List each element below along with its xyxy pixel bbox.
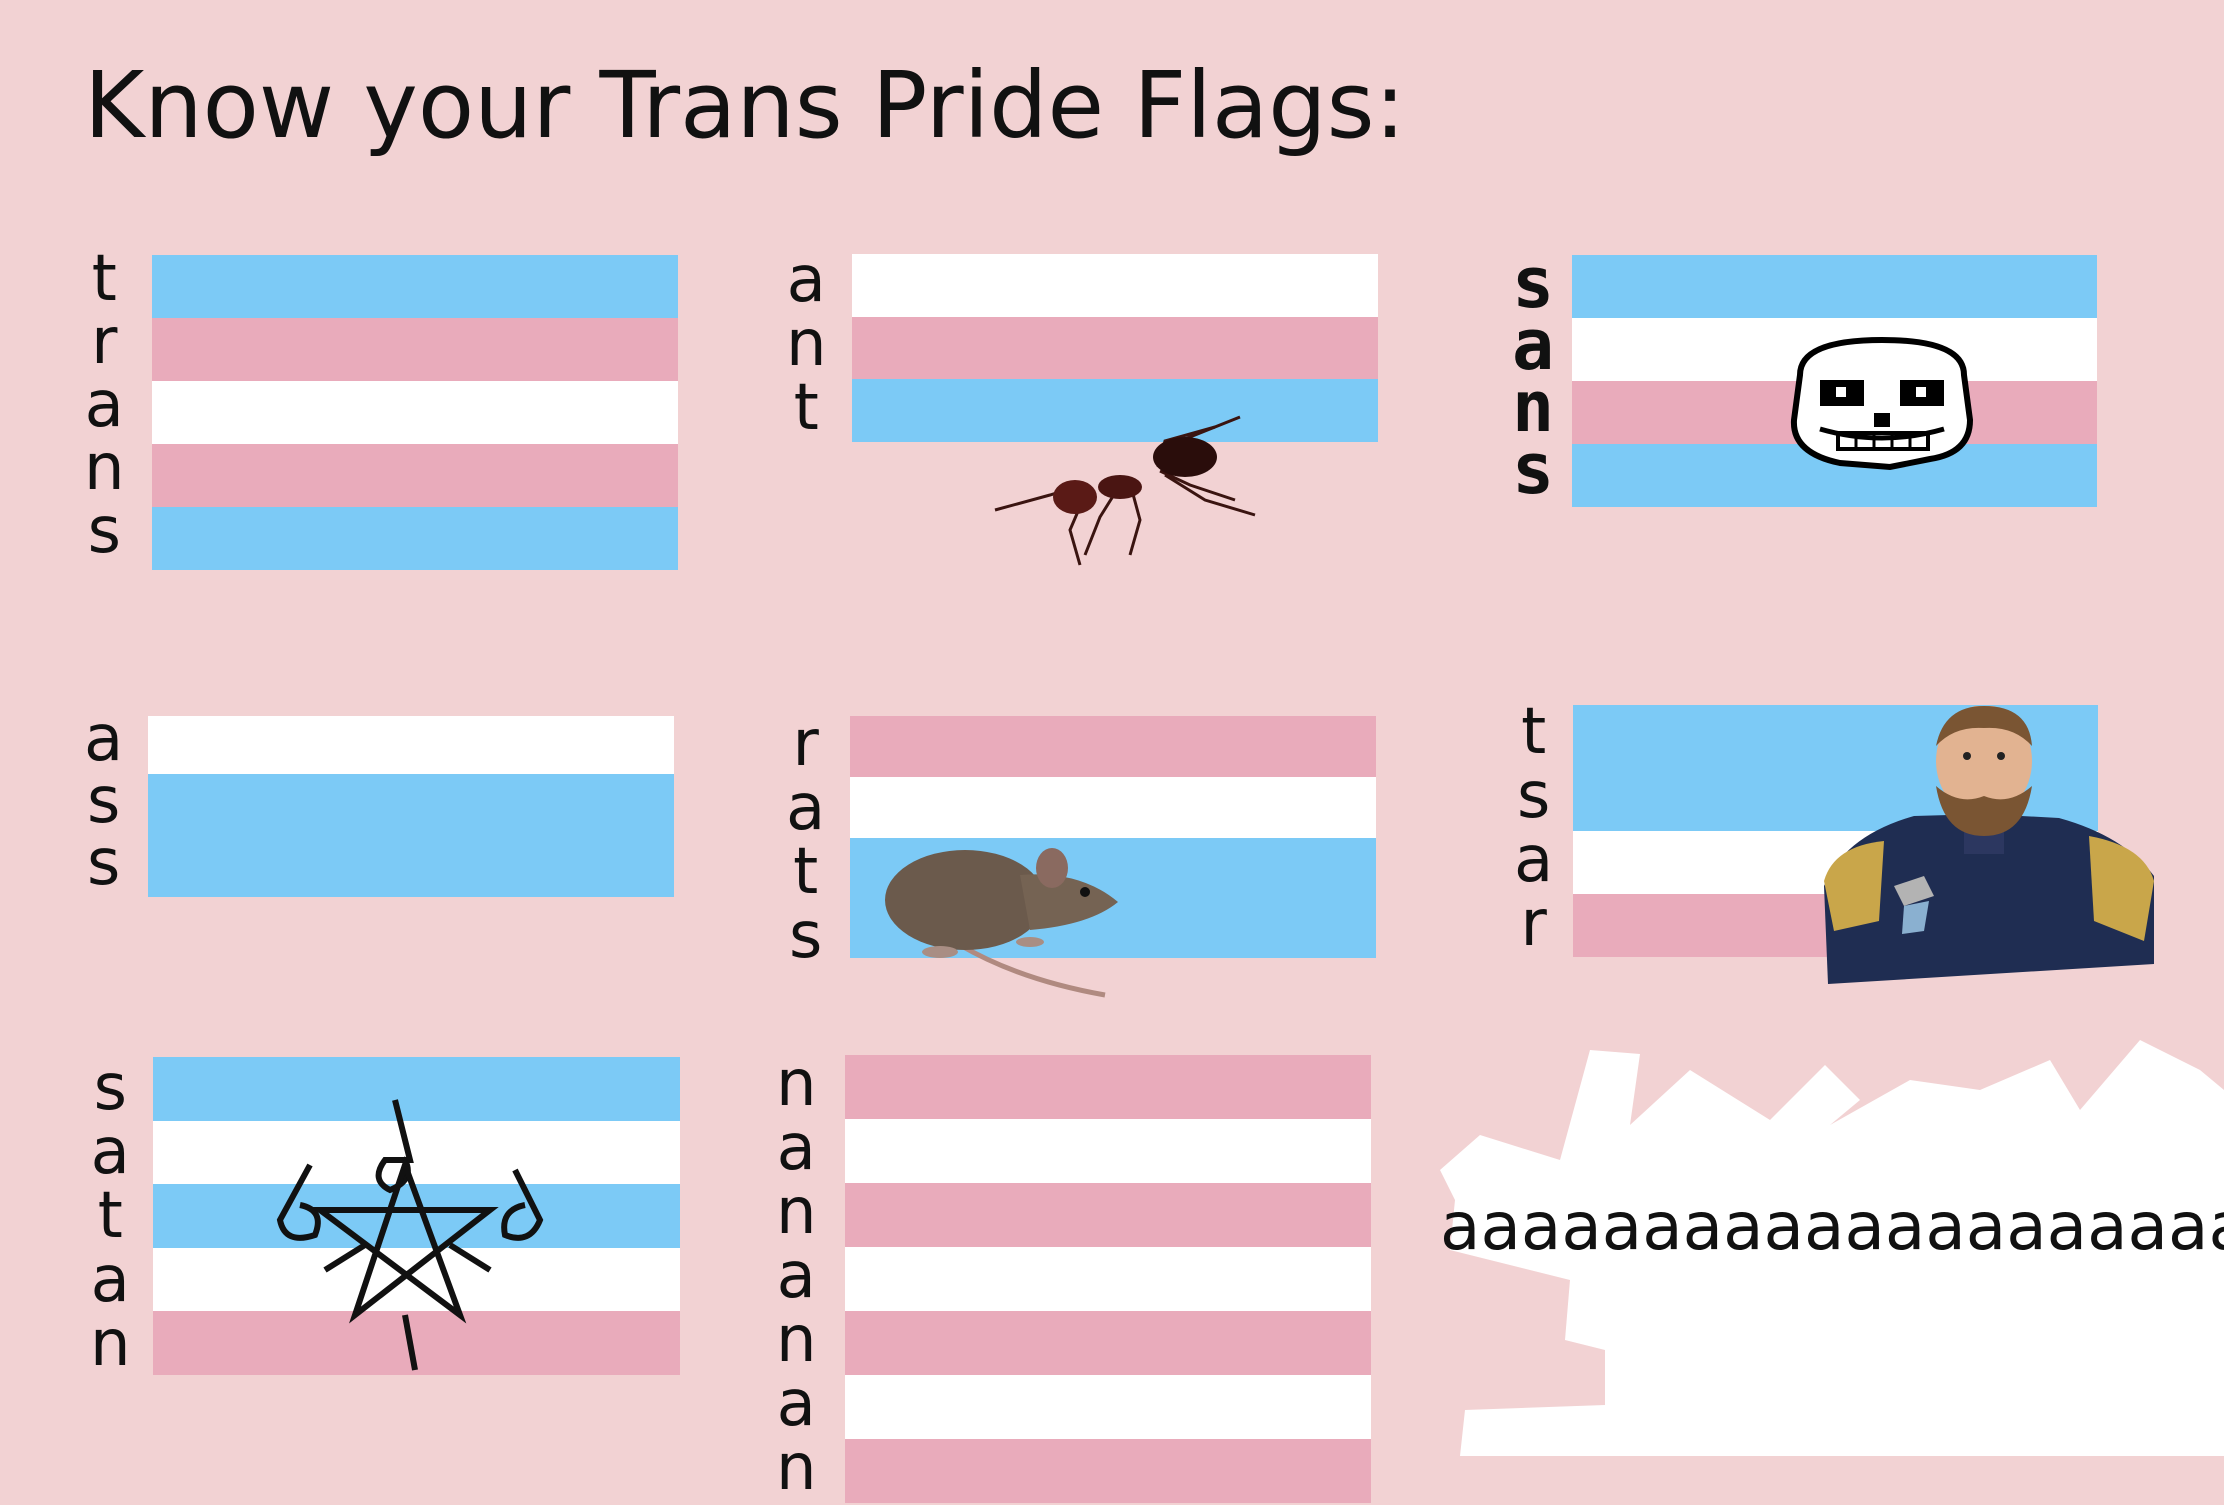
letter: n <box>776 1431 817 1505</box>
letter: t <box>793 371 819 445</box>
letter: n <box>90 1307 131 1381</box>
letter: t <box>1521 695 1547 769</box>
flag-nanana <box>845 1055 1371 1503</box>
letter: a <box>84 368 124 442</box>
word-ant: a n t <box>786 248 827 440</box>
word-sans: s a n s <box>1512 248 1555 510</box>
letter: a <box>786 771 826 845</box>
letter: n <box>776 1047 817 1121</box>
letter: s <box>86 826 121 900</box>
letter: a <box>90 1243 130 1317</box>
letter: s <box>1516 759 1551 833</box>
letter: a <box>84 702 124 776</box>
letter: a <box>776 1239 816 1313</box>
letter: a <box>776 1367 816 1441</box>
pentagram-666-icon <box>276 1099 544 1371</box>
tsar-portrait-icon <box>1824 706 2154 984</box>
ant-icon <box>994 415 1256 566</box>
letter: n <box>776 1175 817 1249</box>
letter: a <box>776 1111 816 1185</box>
letter: r <box>1520 887 1547 961</box>
letter: s <box>93 1051 127 1125</box>
flag-trans <box>152 255 678 570</box>
word-rats: r a t s <box>786 712 825 968</box>
word-satan: s a t a n <box>90 1056 131 1376</box>
letter: a <box>786 243 826 317</box>
word-nanana: n a n a n a n <box>776 1052 817 1500</box>
letter: r <box>91 305 118 379</box>
letter: n <box>776 1303 817 1377</box>
letter: r <box>792 707 819 781</box>
flag-ass <box>148 716 674 897</box>
letter: t <box>97 1179 123 1253</box>
word-trans: t r a n s <box>84 242 125 568</box>
letter: s <box>86 764 121 838</box>
letter: t <box>793 835 819 909</box>
letter: s <box>87 494 121 568</box>
letter: a <box>90 1115 130 1189</box>
letter: s <box>1512 428 1555 510</box>
skull-icon <box>1790 336 1974 471</box>
letter: t <box>91 242 117 316</box>
word-tsar: t s a r <box>1514 700 1553 956</box>
word-ass: a s s <box>84 702 124 900</box>
page-title: Know your Trans Pride Flags: <box>84 52 1406 159</box>
scream-text: aaaaaaaaaaaaaaaaaaaa <box>1440 1188 2224 1265</box>
letter: s <box>788 899 823 973</box>
rat-icon <box>885 848 1118 998</box>
letter: a <box>1514 823 1554 897</box>
letter: n <box>84 431 125 505</box>
letter: n <box>786 307 827 381</box>
